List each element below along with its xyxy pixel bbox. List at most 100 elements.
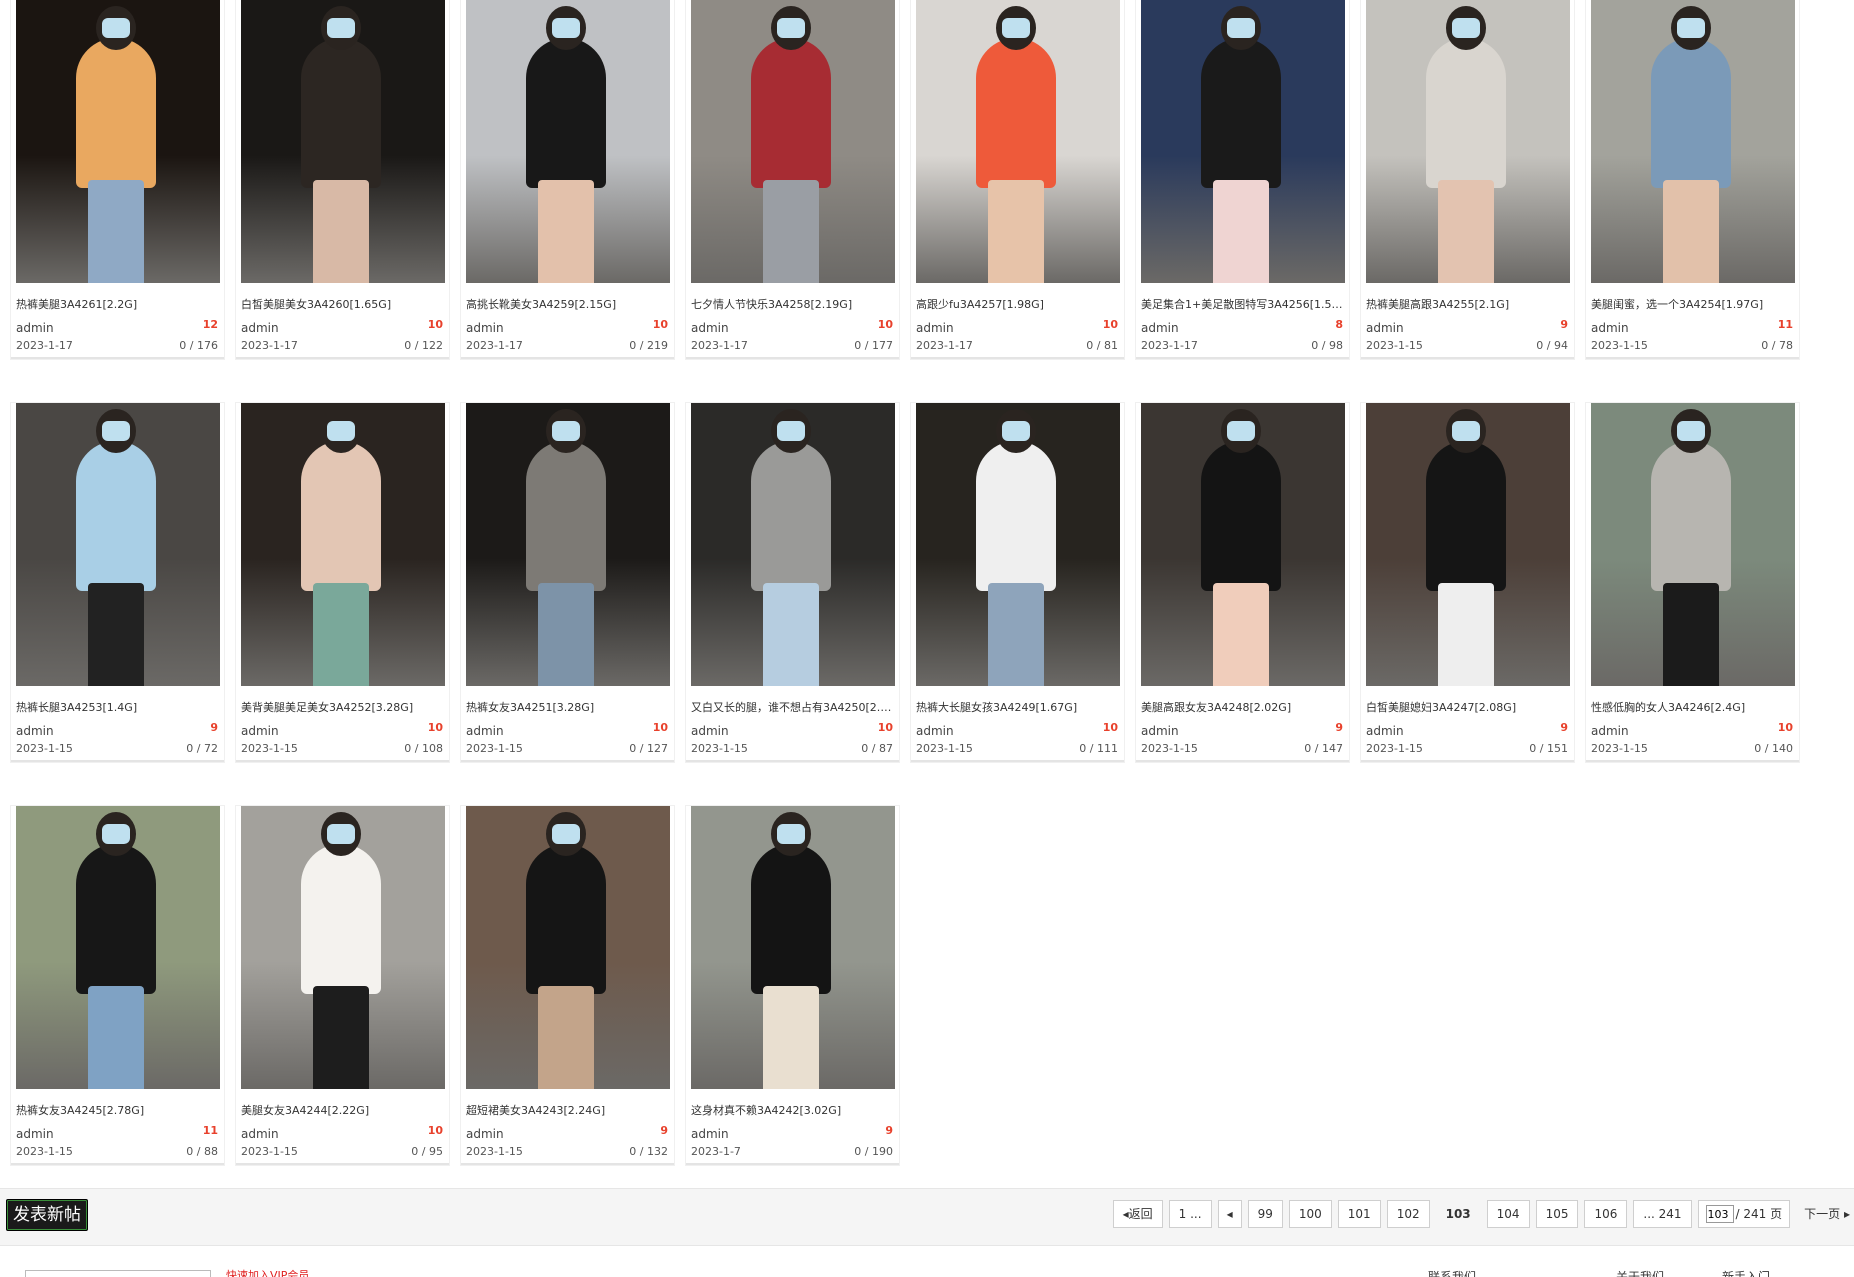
thread-thumbnail[interactable] [241, 403, 445, 686]
thread-thumbnail[interactable] [241, 806, 445, 1089]
thread-card[interactable]: 白皙美腿媳妇3A4247[2.08G] admin 9 2023-1-15 0 / 15… [1361, 403, 1574, 762]
footer-link-guide[interactable]: 新手入门 [1722, 1268, 1770, 1277]
thread-card[interactable]: 高挑长靴美女3A4259[2.15G] admin 10 2023-1-17 0 / 2… [461, 0, 674, 359]
thread-card[interactable]: 热裤大长腿女孩3A4249[1.67G] admin 10 2023-1-15 0 / … [911, 403, 1124, 762]
thread-card[interactable]: 白皙美腿美女3A4260[1.65G] admin 10 2023-1-17 0 / 1… [236, 0, 449, 359]
thread-title[interactable]: 热裤女友3A4245[2.78G] [16, 1102, 222, 1118]
thread-card[interactable]: 美腿女友3A4244[2.22G] admin 10 2023-1-15 0 / 95 [236, 806, 449, 1165]
thread-reply-view-count: 0 / 127 [629, 742, 668, 755]
page-link-102[interactable]: 102 [1386, 1200, 1430, 1228]
thread-title[interactable]: 又白又长的腿，谁不想占有3A4250[2.1G] [691, 699, 897, 715]
thread-title[interactable]: 热裤美腿高跟3A4255[2.1G] [1366, 296, 1572, 312]
thread-title[interactable]: 超短裙美女3A4243[2.24G] [466, 1102, 672, 1118]
thread-card[interactable]: 热裤美腿3A4261[2.2G] admin 12 2023-1-17 0 / 176 [11, 0, 224, 359]
page-link-106[interactable]: 106 [1584, 1200, 1628, 1228]
thread-card[interactable]: 高跟少fu3A4257[1.98G] admin 10 2023-1-17 0 / 81 [911, 0, 1124, 359]
thread-author[interactable]: admin [241, 321, 279, 335]
thread-author[interactable]: admin [916, 724, 954, 738]
new-post-button[interactable]: 发表新帖 [6, 1199, 88, 1231]
thread-card[interactable]: 热裤女友3A4251[3.28G] admin 10 2023-1-15 0 / 127 [461, 403, 674, 762]
thread-title[interactable]: 白皙美腿美女3A4260[1.65G] [241, 296, 447, 312]
page-jump-input[interactable] [1705, 1205, 1734, 1223]
thread-title[interactable]: 热裤长腿3A4253[1.4G] [16, 699, 222, 715]
thread-like-count: 9 [1335, 721, 1343, 734]
thread-author[interactable]: admin [1591, 321, 1629, 335]
thread-author[interactable]: admin [466, 321, 504, 335]
thread-thumbnail[interactable] [1591, 0, 1795, 283]
thread-thumbnail[interactable] [691, 403, 895, 686]
thread-title[interactable]: 高跟少fu3A4257[1.98G] [916, 296, 1122, 312]
thread-author[interactable]: admin [16, 321, 54, 335]
thread-title[interactable]: 热裤美腿3A4261[2.2G] [16, 296, 222, 312]
thread-author[interactable]: admin [466, 724, 504, 738]
thread-thumbnail[interactable] [241, 0, 445, 283]
back-button[interactable]: ◂返回 [1112, 1200, 1163, 1228]
thread-title[interactable]: 高挑长靴美女3A4259[2.15G] [466, 296, 672, 312]
thread-thumbnail[interactable] [1366, 0, 1570, 283]
thread-author[interactable]: admin [1366, 724, 1404, 738]
thread-thumbnail[interactable] [916, 0, 1120, 283]
thread-title[interactable]: 美足集合1+美足散图特写3A4256[1.53G] [1141, 296, 1347, 312]
thread-card[interactable]: 热裤美腿高跟3A4255[2.1G] admin 9 2023-1-15 0 / 94 [1361, 0, 1574, 359]
next-page-button[interactable]: 下一页 ▸ [1796, 1201, 1854, 1227]
page-link-105[interactable]: 105 [1535, 1200, 1579, 1228]
thread-card[interactable]: 美足集合1+美足散图特写3A4256[1.53G] admin 8 2023-1-17… [1136, 0, 1349, 359]
thread-author[interactable]: admin [16, 724, 54, 738]
thread-title[interactable]: 美腿闺蜜，选一个3A4254[1.97G] [1591, 296, 1797, 312]
thread-title[interactable]: 热裤女友3A4251[3.28G] [466, 699, 672, 715]
thread-thumbnail[interactable] [16, 403, 220, 686]
thread-title[interactable]: 热裤大长腿女孩3A4249[1.67G] [916, 699, 1122, 715]
vip-promo-link[interactable]: 快速加入VIP会员 [226, 1267, 309, 1277]
thread-thumbnail[interactable] [16, 0, 220, 283]
thread-title[interactable]: 美腿女友3A4244[2.22G] [241, 1102, 447, 1118]
thread-card[interactable]: 七夕情人节快乐3A4258[2.19G] admin 10 2023-1-17 0 / … [686, 0, 899, 359]
footer-link-contact[interactable]: 联系我们 [1428, 1268, 1476, 1277]
thread-thumbnail[interactable] [691, 806, 895, 1089]
thread-card[interactable]: 美背美腿美足美女3A4252[3.28G] admin 10 2023-1-15 0 /… [236, 403, 449, 762]
thread-thumbnail[interactable] [916, 403, 1120, 686]
last-page-link[interactable]: ... 241 [1633, 1200, 1692, 1228]
thread-author[interactable]: admin [241, 1127, 279, 1141]
thread-author[interactable]: admin [1141, 321, 1179, 335]
thread-author[interactable]: admin [691, 321, 729, 335]
thread-card[interactable]: 性感低胸的女人3A4246[2.4G] admin 10 2023-1-15 0 / 1… [1586, 403, 1799, 762]
thread-thumbnail[interactable] [466, 806, 670, 1089]
prev-page-button[interactable]: ◂ [1217, 1200, 1242, 1228]
thread-title[interactable]: 七夕情人节快乐3A4258[2.19G] [691, 296, 897, 312]
thread-author[interactable]: admin [1141, 724, 1179, 738]
thread-author[interactable]: admin [916, 321, 954, 335]
thread-title[interactable]: 这身材真不赖3A4242[3.02G] [691, 1102, 897, 1118]
thread-card[interactable]: 又白又长的腿，谁不想占有3A4250[2.1G] admin 10 2023-1-15… [686, 403, 899, 762]
thread-card[interactable]: 美腿高跟女友3A4248[2.02G] admin 9 2023-1-15 0 / 14… [1136, 403, 1349, 762]
thread-thumbnail[interactable] [1141, 403, 1345, 686]
thread-author[interactable]: admin [1591, 724, 1629, 738]
thread-card[interactable]: 这身材真不赖3A4242[3.02G] admin 9 2023-1-7 0 / 190 [686, 806, 899, 1165]
thread-title[interactable]: 白皙美腿媳妇3A4247[2.08G] [1366, 699, 1572, 715]
thread-thumbnail[interactable] [466, 0, 670, 283]
thread-author[interactable]: admin [691, 1127, 729, 1141]
page-link-99[interactable]: 99 [1247, 1200, 1283, 1228]
thread-title[interactable]: 美背美腿美足美女3A4252[3.28G] [241, 699, 447, 715]
thread-thumbnail[interactable] [1366, 403, 1570, 686]
page-link-100[interactable]: 100 [1288, 1200, 1332, 1228]
thread-title[interactable]: 性感低胸的女人3A4246[2.4G] [1591, 699, 1797, 715]
thread-thumbnail[interactable] [1141, 0, 1345, 283]
first-page-link[interactable]: 1 ... [1168, 1200, 1212, 1228]
thread-card[interactable]: 热裤女友3A4245[2.78G] admin 11 2023-1-15 0 / 88 [11, 806, 224, 1165]
page-link-101[interactable]: 101 [1337, 1200, 1381, 1228]
thread-thumbnail[interactable] [466, 403, 670, 686]
thread-card[interactable]: 超短裙美女3A4243[2.24G] admin 9 2023-1-15 0 / 132 [461, 806, 674, 1165]
thread-author[interactable]: admin [691, 724, 729, 738]
thread-thumbnail[interactable] [16, 806, 220, 1089]
thread-author[interactable]: admin [466, 1127, 504, 1141]
thread-title[interactable]: 美腿高跟女友3A4248[2.02G] [1141, 699, 1347, 715]
thread-thumbnail[interactable] [691, 0, 895, 283]
thread-card[interactable]: 美腿闺蜜，选一个3A4254[1.97G] admin 11 2023-1-15 0 /… [1586, 0, 1799, 359]
thread-author[interactable]: admin [16, 1127, 54, 1141]
thread-thumbnail[interactable] [1591, 403, 1795, 686]
page-link-104[interactable]: 104 [1486, 1200, 1530, 1228]
thread-card[interactable]: 热裤长腿3A4253[1.4G] admin 9 2023-1-15 0 / 72 [11, 403, 224, 762]
footer-link-about[interactable]: 关于我们 [1616, 1268, 1664, 1277]
thread-author[interactable]: admin [241, 724, 279, 738]
thread-author[interactable]: admin [1366, 321, 1404, 335]
